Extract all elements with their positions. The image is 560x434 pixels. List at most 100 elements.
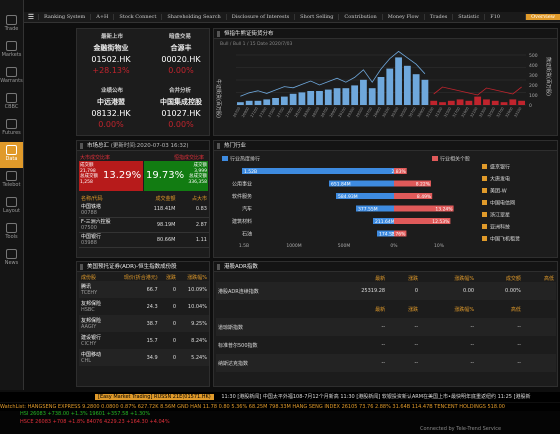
empty-cell: [523, 318, 556, 336]
related-stock[interactable]: 大唐发电: [490, 176, 510, 183]
table-row[interactable]: 中国铁塔 00788 118.41M 0.83: [79, 202, 209, 217]
nav-item-6[interactable]: Contribution: [338, 14, 381, 20]
nav-item-10[interactable]: F10: [484, 14, 505, 20]
nav-item-0[interactable]: Ranking System: [38, 14, 90, 20]
cat-new-listing[interactable]: 最新上市: [101, 32, 123, 40]
table-row[interactable]: 建设银行 CICHY 15.7 0 8.24%: [79, 332, 209, 349]
sector-pct: 8.49%: [417, 194, 432, 200]
related-stock[interactable]: 亚洲科技: [490, 224, 510, 231]
table-row[interactable]: 友邦保险 AAGIY 38.7 0 9.25%: [79, 315, 209, 332]
rail-item-markets[interactable]: Markets: [0, 38, 23, 64]
table-row[interactable]: 中国银行 03988 80.66M 1.11: [79, 232, 209, 247]
news-items[interactable]: 11:30 [港股新闻] 中国太平外福108-7月12个月新高 11:30 [港…: [221, 394, 530, 400]
watchlist-ticker[interactable]: WatchList: HANGSENG EXPRESS 9.2800 0.080…: [0, 403, 560, 411]
rail-item-data[interactable]: Data: [0, 142, 23, 168]
stock-code: 07500: [81, 225, 97, 231]
table-row[interactable]: 标准普尔500指数 -- -- -- --: [216, 336, 556, 354]
menu-icon[interactable]: ☰: [24, 13, 38, 21]
table-row[interactable]: 友邦保险 HSBC 24.3 0 10.04%: [79, 298, 209, 315]
legend-left: 行业热度排行: [230, 156, 260, 163]
rail-item-layout[interactable]: Layout: [0, 194, 23, 220]
sector-label[interactable]: 建筑材料: [232, 218, 252, 225]
rail-item-news[interactable]: News: [0, 246, 23, 272]
related-stock[interactable]: 中国飞机租赁: [490, 236, 520, 243]
stock-code: 00788: [81, 209, 97, 216]
cbbc-bar: [395, 57, 402, 105]
rail-item-telebot[interactable]: Telebot: [0, 168, 23, 194]
stock-bullet: [482, 236, 487, 241]
rail-label: Warrants: [0, 78, 23, 84]
rail-item-futures[interactable]: Futures: [0, 116, 23, 142]
col-header: 成交金额: [155, 196, 176, 202]
table-row[interactable]: 最新 涨跌 涨跌幅% 高低: [216, 300, 556, 318]
layout-icon: [6, 197, 17, 207]
sector-pct: 8.22%: [416, 182, 431, 188]
nav-item-3[interactable]: Shareholding Search: [161, 14, 225, 20]
nav-item-7[interactable]: Money Flow: [381, 14, 424, 20]
axis-tick: 1000M: [286, 243, 301, 249]
change: 0: [172, 354, 176, 361]
nav-item-1[interactable]: A+H: [90, 14, 113, 20]
rail-item-cbbc[interactable]: CBBC: [0, 90, 23, 116]
stock-code: TCEHY: [81, 290, 98, 296]
related-stock[interactable]: 盛京银行: [490, 164, 510, 171]
table-row[interactable]: 腾讯 TCEHY 66.7 0 10.09%: [79, 281, 209, 298]
col-header: 名称/代码: [81, 196, 103, 202]
table-row[interactable]: 中国移动 CHL 34.9 0 5.24%: [79, 349, 209, 366]
related-stock[interactable]: 浙江翠星: [490, 212, 510, 219]
sector-value: 1.52B: [244, 169, 257, 175]
rail-item-warrants[interactable]: Warrants: [0, 64, 23, 90]
table-row[interactable]: 道琼斯指数 -- -- -- --: [216, 318, 556, 336]
cbbc-bar: [386, 68, 394, 105]
cat-results[interactable]: 业绩公布: [101, 86, 123, 94]
stock-name: 腾讯: [81, 284, 92, 290]
change-pct: 涨跌幅%: [454, 306, 475, 313]
rail-label: Tools: [5, 234, 18, 240]
related-stock[interactable]: 美团-W: [490, 188, 507, 195]
data-icon: [6, 145, 17, 155]
rail-label: Data: [5, 156, 18, 162]
nav-item-overview[interactable]: Overview: [525, 14, 560, 20]
table-row[interactable]: 港股ADR连续指数 25319.28 0 0.00 0.00%: [216, 282, 556, 300]
cbbc-chart-panel: 恒指牛熊证街货分布 Bull / Bull 1 / 15 Date 2020/7…: [213, 28, 558, 136]
change: 0: [172, 320, 176, 327]
rail-item-trade[interactable]: Trade: [0, 12, 23, 38]
nav-item-5[interactable]: Short Selling: [294, 14, 338, 20]
panel-title: 美国预托证券(ADR)-恒生指数成份股: [77, 262, 209, 272]
news-ticker[interactable]: [Easy Market Trading] RUSSN 21E(01571.HK…: [0, 392, 560, 402]
cat-grey-market[interactable]: 暗盘交易: [169, 32, 191, 40]
legend-swatch: [432, 156, 438, 161]
cbbc-bar: [342, 88, 350, 105]
stock-bullet: [482, 164, 487, 169]
sector-label[interactable]: 公用事业: [232, 181, 252, 188]
tools-icon: [6, 223, 17, 233]
trade-icon: [6, 15, 17, 25]
change: 0: [172, 337, 176, 344]
share: 1.11: [195, 236, 207, 243]
index-name: 港股ADR连续指数: [218, 288, 259, 295]
stat-value: 1,258: [80, 179, 93, 185]
related-stock[interactable]: 中国电信网: [490, 200, 515, 207]
rail-label: Layout: [3, 208, 20, 214]
sector-label[interactable]: 软件服务: [232, 193, 252, 200]
top-turnover-table: 名称/代码 成交金额 占大市 中国铁塔 00788 118.41M 0.83 F-三洲六…: [79, 195, 209, 248]
rail-item-tools[interactable]: Tools: [0, 220, 23, 246]
last: --: [381, 360, 386, 366]
change-pct: --: [470, 342, 475, 348]
sector-label[interactable]: 汽车: [242, 206, 252, 213]
cat-merger[interactable]: 合并分析: [169, 86, 191, 94]
table-row[interactable]: 纳斯达克指数 -- -- -- --: [216, 354, 556, 372]
y-tick: 100: [529, 93, 538, 99]
index-name: 道琼斯指数: [218, 324, 244, 331]
cbbc-bar: [439, 102, 446, 105]
sector-label[interactable]: 石油: [242, 231, 252, 238]
nav-item-4[interactable]: Disclosure of Interests: [225, 14, 294, 20]
nav-item-8[interactable]: Trades: [423, 14, 452, 20]
change-pct: 8.24%: [191, 337, 207, 344]
table-row[interactable]: F-三洲六控股 07500 98.19M 2.87: [79, 217, 209, 232]
top-nav: ☰ Ranking System A+H Stock Connect Sharehol…: [24, 12, 560, 23]
index-name: [216, 300, 321, 318]
nav-item-9[interactable]: Statistic: [452, 14, 484, 20]
news-tag[interactable]: [Easy Market Trading] RUSSN 21E(01571.HK…: [95, 394, 214, 400]
nav-item-2[interactable]: Stock Connect: [113, 14, 161, 20]
